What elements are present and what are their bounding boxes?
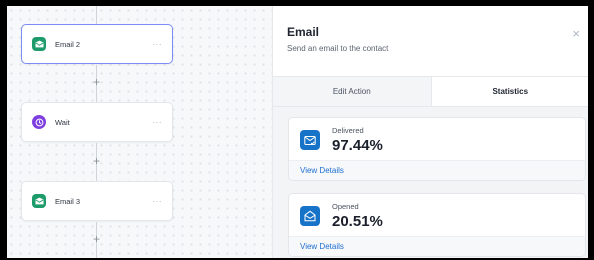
connector-line <box>96 6 97 26</box>
node-label: Email 3 <box>55 196 81 206</box>
workflow-canvas[interactable]: Email 2 ··· + Wait ··· + Email 3 ··· + <box>7 6 272 258</box>
action-detail-panel: Email Send an email to the contact × Edi… <box>272 6 588 258</box>
delivered-envelope-icon <box>300 130 320 150</box>
panel-tabs: Edit Action Statistics <box>273 76 588 107</box>
stat-value: 20.51% <box>332 213 383 230</box>
workflow-node-wait[interactable]: Wait ··· <box>21 102 173 142</box>
stat-label: Opened <box>332 202 359 211</box>
stat-value: 97.44% <box>332 137 383 154</box>
panel-subtitle: Send an email to the contact <box>287 44 389 53</box>
tab-edit-action[interactable]: Edit Action <box>273 77 431 106</box>
view-details-link[interactable]: View Details <box>300 166 344 175</box>
workflow-node-email-3[interactable]: Email 3 ··· <box>21 181 173 221</box>
email-icon <box>32 37 46 51</box>
statistics-content: Delivered 97.44% View Details Opened 20.… <box>273 107 588 258</box>
tab-statistics[interactable]: Statistics <box>430 77 588 106</box>
stat-card-footer: View Details <box>289 236 585 256</box>
node-label: Email 2 <box>55 39 81 49</box>
node-label: Wait <box>55 117 70 127</box>
app-frame: Email 2 ··· + Wait ··· + Email 3 ··· + E… <box>7 6 588 258</box>
view-details-link[interactable]: View Details <box>300 242 344 251</box>
node-menu-icon[interactable]: ··· <box>153 197 163 206</box>
stat-card-opened: Opened 20.51% View Details <box>288 193 586 257</box>
add-step-plus-icon[interactable]: + <box>91 155 102 167</box>
node-menu-icon[interactable]: ··· <box>153 40 163 49</box>
add-step-plus-icon[interactable]: + <box>91 76 102 88</box>
node-menu-icon[interactable]: ··· <box>153 118 163 127</box>
add-step-plus-icon[interactable]: + <box>91 233 102 245</box>
email-icon <box>32 194 46 208</box>
clock-icon <box>32 115 46 129</box>
stat-label: Delivered <box>332 126 364 135</box>
opened-envelope-icon <box>300 206 320 226</box>
stat-card-delivered: Delivered 97.44% View Details <box>288 117 586 181</box>
stat-card-footer: View Details <box>289 160 585 180</box>
workflow-node-email-2[interactable]: Email 2 ··· <box>21 24 173 64</box>
panel-title: Email <box>287 25 320 39</box>
close-icon[interactable]: × <box>572 27 580 40</box>
